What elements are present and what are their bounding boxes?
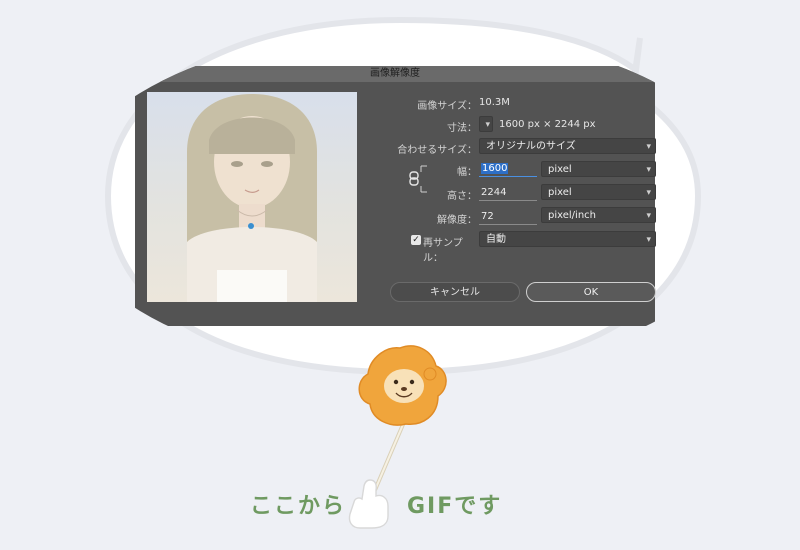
resolution-input[interactable]: 72 <box>479 209 537 225</box>
height-input[interactable]: 2244 <box>479 185 537 201</box>
width-value: 1600 <box>481 163 509 174</box>
resample-select[interactable]: 自動 ▾ <box>479 231 656 247</box>
fit-to-select[interactable]: オリジナルのサイズ ▾ <box>479 138 656 154</box>
chevron-down-icon: ▾ <box>485 120 490 130</box>
chevron-down-icon: ▾ <box>646 211 651 221</box>
resolution-unit: pixel/inch <box>548 210 596 221</box>
width-unit: pixel <box>548 164 572 175</box>
resample-value: 自動 <box>486 234 506 245</box>
resolution-value: 72 <box>481 211 494 222</box>
height-unit: pixel <box>548 187 572 198</box>
link-chain-icon[interactable] <box>407 162 429 196</box>
chevron-down-icon: ▾ <box>646 165 651 175</box>
height-value: 2244 <box>481 187 507 198</box>
portrait-illustration <box>187 94 317 302</box>
image-preview <box>147 92 357 302</box>
image-size-value: 10.3M <box>479 97 510 108</box>
caption-right: GIFです <box>407 494 503 519</box>
width-unit-select[interactable]: pixel ▾ <box>541 161 656 177</box>
dimensions-value: 1600 px × 2244 px <box>499 119 596 130</box>
image-size-label: 画像サイズ： <box>417 101 477 112</box>
dialog-title: 画像解像度 <box>135 66 655 82</box>
fit-to-label: 合わせるサイズ： <box>397 145 477 156</box>
ok-button[interactable]: OK <box>526 282 656 302</box>
resolution-unit-select[interactable]: pixel/inch ▾ <box>541 207 656 223</box>
chevron-down-icon: ▾ <box>646 188 651 198</box>
dimensions-label: 寸法： <box>447 123 477 134</box>
caption-left: ここから <box>250 494 347 519</box>
pointing-glove-icon <box>348 479 389 529</box>
resolution-label: 解像度： <box>437 215 477 226</box>
cancel-button[interactable]: キャンセル <box>390 282 520 302</box>
width-label: 幅： <box>457 167 477 178</box>
image-size-dialog: 画像解像度 画像サイズ： 10.3M 寸法： ▾ 1600 px × 2244 … <box>135 66 656 326</box>
fit-to-value: オリジナルのサイズ <box>486 141 576 152</box>
height-label: 高さ： <box>447 191 477 202</box>
dimensions-dropdown[interactable]: ▾ <box>479 116 493 132</box>
chevron-down-icon: ▾ <box>646 142 651 152</box>
resample-label: 再サンプル： <box>423 238 463 264</box>
resample-checkbox[interactable]: ✓ <box>411 235 421 245</box>
chevron-down-icon: ▾ <box>646 235 651 245</box>
width-input[interactable]: 1600 <box>479 161 537 177</box>
height-unit-select[interactable]: pixel ▾ <box>541 184 656 200</box>
